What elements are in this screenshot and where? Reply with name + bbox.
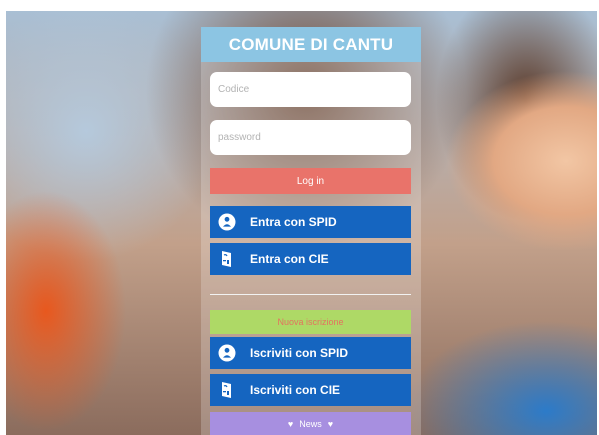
password-input[interactable]: [210, 120, 411, 155]
cie-card-icon: [218, 381, 236, 399]
news-button[interactable]: ♥ News ♥: [210, 412, 411, 435]
spid-register-button[interactable]: Iscriviti con SPID: [210, 337, 411, 369]
cie-login-button[interactable]: Entra con CIE: [210, 243, 411, 275]
news-label: News: [299, 418, 322, 429]
divider: [210, 294, 411, 295]
spid-register-label: Iscriviti con SPID: [250, 346, 349, 360]
login-button[interactable]: Log in: [210, 168, 411, 194]
heart-icon: ♥: [327, 418, 334, 429]
heart-icon: ♥: [287, 418, 294, 429]
cie-login-label: Entra con CIE: [250, 252, 329, 266]
cie-register-label: Iscriviti con CIE: [250, 383, 341, 397]
spid-login-button[interactable]: Entra con SPID: [210, 206, 411, 238]
new-registration-button[interactable]: Nuova iscrizione: [210, 310, 411, 334]
spid-person-icon: [218, 344, 236, 362]
new-registration-label: Nuova iscrizione: [277, 317, 344, 327]
codice-input[interactable]: [210, 72, 411, 107]
spid-person-icon: [218, 213, 236, 231]
spid-login-label: Entra con SPID: [250, 215, 337, 229]
cie-register-button[interactable]: Iscriviti con CIE: [210, 374, 411, 406]
page-title-text: COMUNE DI CANTU: [228, 34, 394, 54]
cie-card-icon: [218, 250, 236, 268]
page-title: COMUNE DI CANTU: [201, 27, 421, 62]
login-button-label: Log in: [296, 175, 325, 187]
